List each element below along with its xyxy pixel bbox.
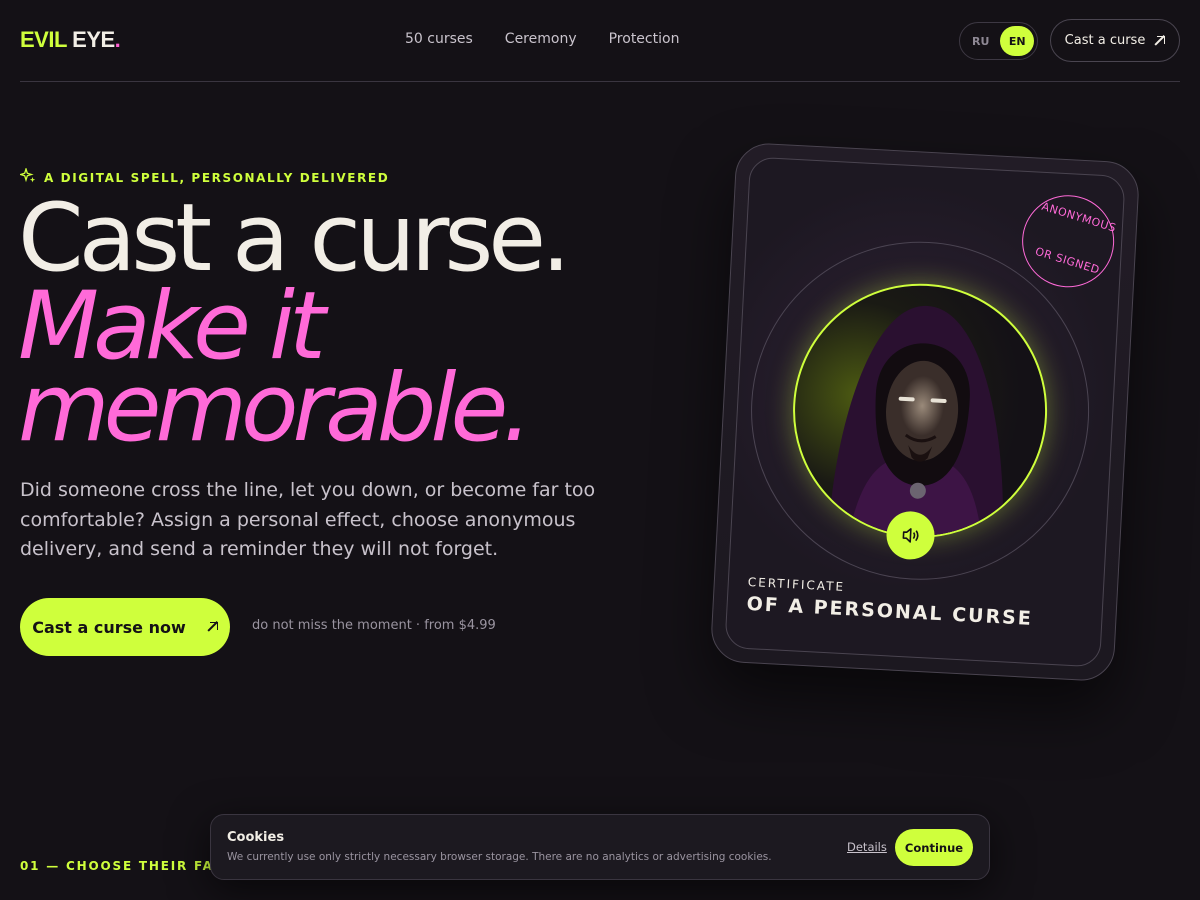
main-nav: 50 curses Ceremony Protection bbox=[405, 31, 679, 47]
hero-title-line-3: memorable. bbox=[18, 354, 532, 463]
cookie-banner: Cookies We currently use only strictly n… bbox=[210, 814, 990, 880]
logo-part-2: EYE bbox=[72, 27, 115, 52]
hero-lead: Did someone cross the line, let you down… bbox=[20, 479, 596, 560]
certificate-card: ANONYMOUS OR SIGNED CERTIFICATE OF A PER… bbox=[709, 141, 1141, 683]
header-cta-label: Cast a curse bbox=[1064, 33, 1146, 48]
site-header: EVIL EYE. 50 curses Ceremony Protection … bbox=[20, 0, 1180, 82]
hero-title-line-1: Cast a curse. bbox=[18, 184, 571, 293]
arrow-up-right-icon bbox=[1155, 35, 1166, 46]
logo-part-1: EVIL bbox=[20, 27, 67, 52]
logo[interactable]: EVIL EYE. bbox=[20, 27, 121, 53]
cast-curse-now-button[interactable]: Cast a curse now bbox=[20, 598, 230, 656]
nav-50-curses[interactable]: 50 curses bbox=[405, 31, 473, 47]
eyebrow-text: A DIGITAL SPELL, PERSONALLY DELIVERED bbox=[44, 171, 390, 185]
nav-ceremony[interactable]: Ceremony bbox=[505, 31, 577, 47]
header-cast-curse-button[interactable]: Cast a curse bbox=[1050, 19, 1180, 62]
nav-protection[interactable]: Protection bbox=[609, 31, 680, 47]
cookie-details-link[interactable]: Details bbox=[847, 840, 887, 854]
cookie-continue-button[interactable]: Continue bbox=[895, 829, 973, 866]
arrow-up-right-icon bbox=[208, 622, 218, 632]
logo-dot: . bbox=[114, 27, 121, 52]
cookie-title: Cookies bbox=[227, 830, 285, 845]
lang-en[interactable]: EN bbox=[1000, 26, 1034, 56]
lang-ru[interactable]: RU bbox=[963, 26, 998, 56]
stamp-bottom-text: OR SIGNED bbox=[1033, 244, 1102, 277]
speaker-icon bbox=[902, 528, 919, 543]
language-switch: RU EN bbox=[959, 22, 1038, 60]
cookie-text: We currently use only strictly necessary… bbox=[227, 851, 772, 863]
price-note: do not miss the moment · from $4.99 bbox=[252, 618, 496, 633]
section-label: 01 — CHOOSE THEIR FATE bbox=[20, 859, 233, 873]
cast-curse-now-label: Cast a curse now bbox=[32, 617, 186, 637]
